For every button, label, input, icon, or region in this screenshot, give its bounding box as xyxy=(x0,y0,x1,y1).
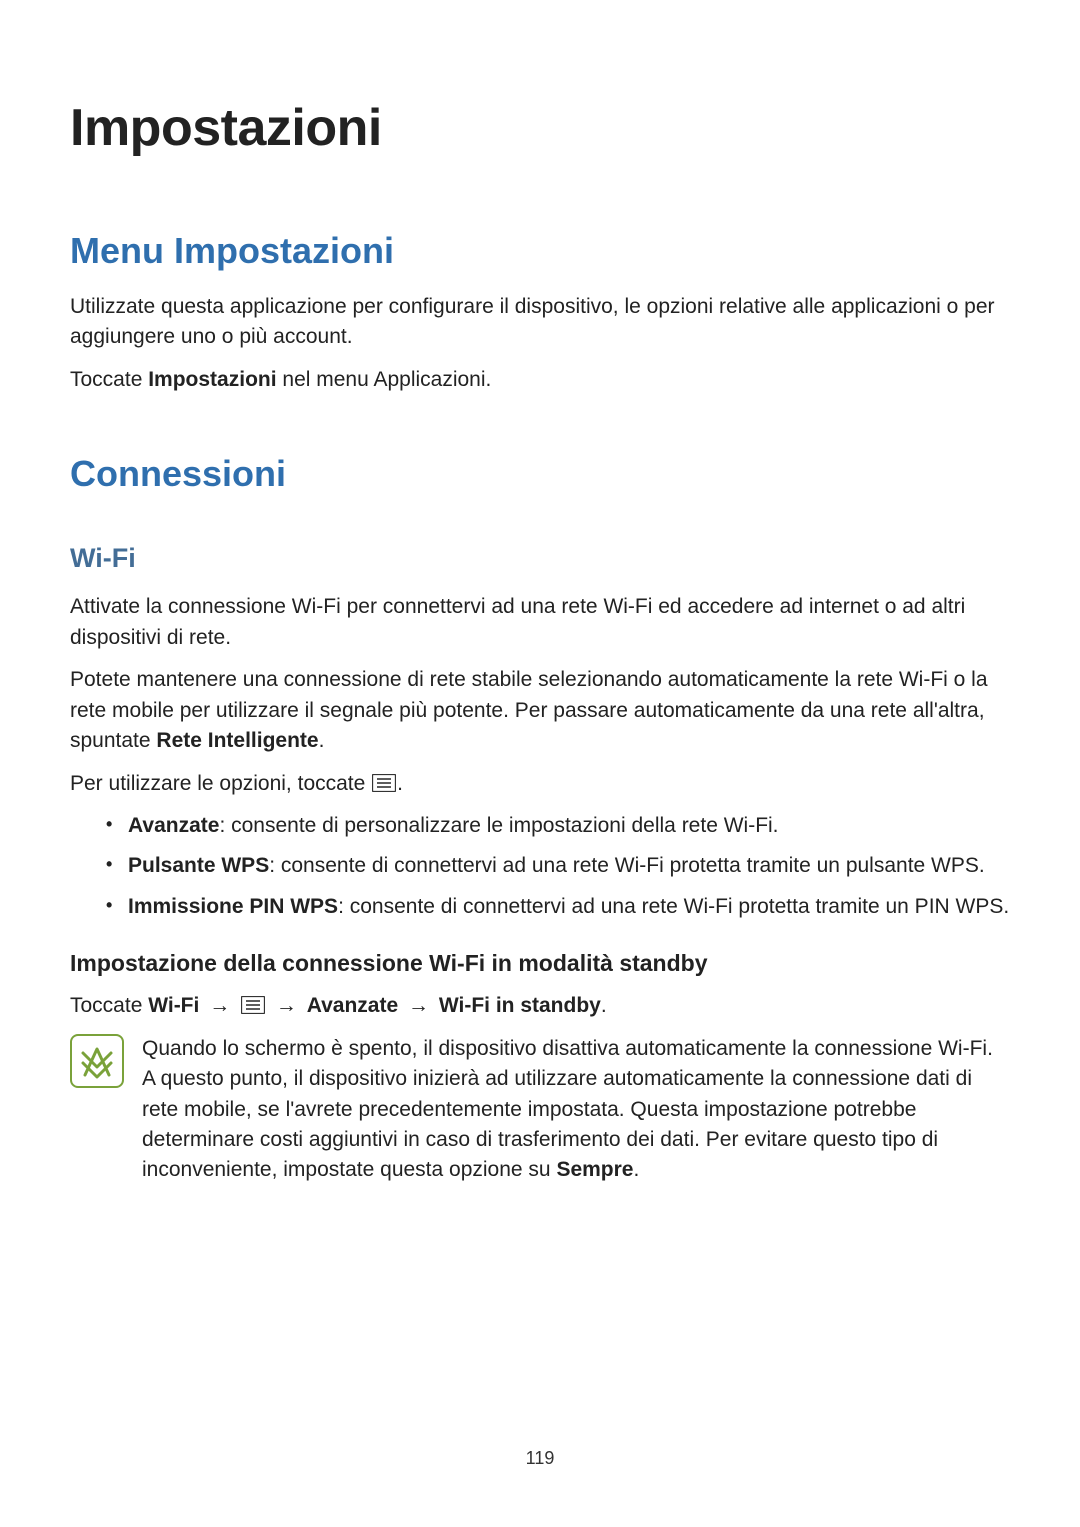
subsection-wifi-heading: Wi-Fi xyxy=(70,543,1010,574)
section-connessioni-heading: Connessioni xyxy=(70,453,1010,495)
note-text: Quando lo schermo è spento, il dispositi… xyxy=(142,1034,1010,1186)
document-page: Impostazioni Menu Impostazioni Utilizzat… xyxy=(0,0,1080,1527)
wifi-standby-path: Toccate Wi-Fi → → Avanzate → Wi-Fi in st… xyxy=(70,991,1010,1021)
wifi-standby-heading: Impostazione della connessione Wi-Fi in … xyxy=(70,950,1010,977)
path-step: Wi-Fi in standby xyxy=(439,994,601,1017)
note-icon xyxy=(70,1034,124,1088)
text-fragment: Per utilizzare le opzioni, toccate xyxy=(70,772,371,795)
text-fragment: . xyxy=(634,1158,640,1181)
text-bold: Sempre xyxy=(556,1158,633,1181)
path-step: Wi-Fi xyxy=(148,994,199,1017)
list-item-label: Pulsante WPS xyxy=(128,854,269,877)
text-fragment: . xyxy=(319,729,325,752)
arrow-icon: → xyxy=(209,991,230,1021)
menu-icon xyxy=(241,993,265,1011)
arrow-icon: → xyxy=(276,991,297,1021)
page-number: 119 xyxy=(0,1448,1080,1469)
list-item-label: Immissione PIN WPS xyxy=(128,895,338,918)
text-fragment: . xyxy=(397,772,403,795)
wifi-paragraph-1: Attivate la connessione Wi-Fi per connet… xyxy=(70,592,1010,653)
list-item-label: Avanzate xyxy=(128,814,219,837)
text-bold: Impostazioni xyxy=(148,368,276,391)
list-item-text: : consente di personalizzare le impostaz… xyxy=(219,814,778,837)
note-block: Quando lo schermo è spento, il dispositi… xyxy=(70,1034,1010,1186)
menu-paragraph-1: Utilizzate questa applicazione per confi… xyxy=(70,292,1010,353)
list-item: Pulsante WPS: consente di connettervi ad… xyxy=(106,851,1010,881)
wifi-paragraph-2: Potete mantenere una connessione di rete… xyxy=(70,665,1010,756)
wifi-paragraph-3: Per utilizzare le opzioni, toccate . xyxy=(70,769,1010,799)
list-item-text: : consente di connettervi ad una rete Wi… xyxy=(269,854,985,877)
text-fragment: Toccate xyxy=(70,994,148,1017)
text-bold: Rete Intelligente xyxy=(156,729,318,752)
page-title: Impostazioni xyxy=(70,98,1010,158)
list-item: Avanzate: consente di personalizzare le … xyxy=(106,811,1010,841)
arrow-icon: → xyxy=(408,991,429,1021)
text-fragment: nel menu Applicazioni. xyxy=(277,368,492,391)
text-fragment: Toccate xyxy=(70,368,148,391)
list-item: Immissione PIN WPS: consente di connette… xyxy=(106,892,1010,922)
menu-paragraph-2: Toccate Impostazioni nel menu Applicazio… xyxy=(70,365,1010,395)
menu-icon xyxy=(372,771,396,789)
section-menu-heading: Menu Impostazioni xyxy=(70,230,1010,272)
path-step: Avanzate xyxy=(307,994,398,1017)
wifi-options-list: Avanzate: consente di personalizzare le … xyxy=(106,811,1010,922)
list-item-text: : consente di connettervi ad una rete Wi… xyxy=(338,895,1009,918)
